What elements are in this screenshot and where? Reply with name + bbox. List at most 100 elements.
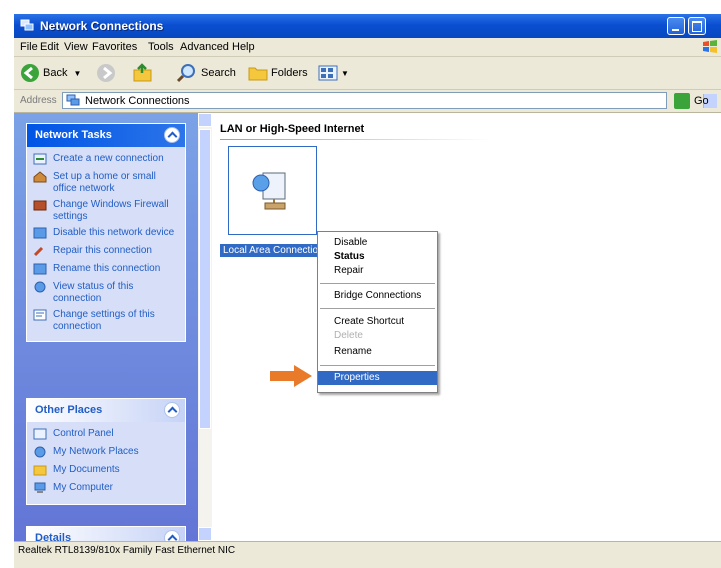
go-label[interactable]: Go bbox=[694, 95, 709, 107]
maximize-button[interactable] bbox=[688, 17, 706, 35]
task-home-network[interactable]: Set up a home or small office network bbox=[27, 169, 185, 197]
menu-item-rename[interactable]: Rename bbox=[318, 345, 437, 359]
content-area: LAN or High-Speed Internet Local Area Co… bbox=[212, 113, 721, 541]
other-places-title: Other Places bbox=[35, 404, 103, 416]
back-button[interactable]: Back ▼ bbox=[20, 61, 81, 85]
network-places-icon bbox=[34, 446, 46, 458]
search-icon bbox=[176, 64, 195, 83]
task-label: View status of this connection bbox=[53, 281, 134, 304]
menu-help[interactable]: Help bbox=[232, 41, 255, 53]
network-connections-icon bbox=[20, 19, 34, 31]
minimize-button[interactable] bbox=[667, 17, 685, 35]
folders-label: Folders bbox=[271, 67, 308, 79]
folders-button[interactable]: Folders bbox=[248, 61, 308, 85]
windows-logo-icon bbox=[703, 40, 717, 53]
collapse-chevron-icon[interactable] bbox=[164, 127, 180, 143]
menu-view[interactable]: View bbox=[64, 41, 88, 53]
place-label: Control Panel bbox=[53, 428, 114, 439]
place-label: My Computer bbox=[53, 482, 114, 493]
menu-item-create-shortcut[interactable]: Create Shortcut bbox=[318, 315, 437, 329]
task-rename[interactable]: Rename this connection bbox=[27, 261, 185, 279]
title-bar[interactable]: Network Connections bbox=[14, 14, 721, 38]
back-arrow-icon bbox=[21, 64, 39, 82]
collapse-chevron-icon[interactable] bbox=[164, 402, 180, 418]
task-pane-scrollbar[interactable] bbox=[198, 113, 212, 541]
status-icon bbox=[34, 281, 46, 293]
context-menu: Disable Status Repair Bridge Connections… bbox=[317, 231, 438, 393]
place-my-computer[interactable]: My Computer bbox=[27, 480, 185, 498]
network-connections-icon bbox=[66, 94, 80, 106]
task-label: Repair this connection bbox=[53, 245, 152, 256]
computer-icon bbox=[34, 482, 46, 493]
task-label: Change settings of this connection bbox=[53, 309, 155, 332]
views-icon bbox=[318, 65, 338, 81]
rename-icon bbox=[33, 263, 47, 275]
place-label: My Network Places bbox=[53, 446, 139, 457]
task-pane: Network Tasks Create a new connection Se… bbox=[14, 113, 198, 551]
network-tasks-header[interactable]: Network Tasks bbox=[27, 124, 185, 147]
place-network-places[interactable]: My Network Places bbox=[27, 444, 185, 462]
pointer-arrow-icon bbox=[270, 365, 312, 387]
other-places-header[interactable]: Other Places bbox=[27, 399, 185, 422]
disable-device-icon bbox=[33, 227, 47, 239]
menu-edit[interactable]: Edit bbox=[40, 41, 59, 53]
scroll-thumb[interactable] bbox=[199, 129, 211, 429]
task-firewall[interactable]: Change Windows Firewall settings bbox=[27, 197, 185, 225]
lan-connection-icon bbox=[252, 172, 286, 210]
settings-icon bbox=[33, 309, 47, 321]
address-value: Network Connections bbox=[85, 95, 190, 107]
address-label: Address bbox=[20, 95, 57, 106]
repair-icon bbox=[33, 246, 44, 257]
views-button[interactable]: ▼ bbox=[318, 61, 349, 85]
views-dropdown-icon[interactable]: ▼ bbox=[341, 69, 349, 78]
forward-button[interactable] bbox=[96, 61, 116, 85]
task-view-status[interactable]: View status of this connection bbox=[27, 279, 185, 307]
task-label: Change Windows Firewall settings bbox=[53, 199, 169, 222]
place-control-panel[interactable]: Control Panel bbox=[27, 426, 185, 444]
standard-toolbar: Back ▼ Search Folders ▼ bbox=[14, 57, 721, 90]
menu-favorites[interactable]: Favorites bbox=[92, 41, 137, 53]
back-label: Back bbox=[43, 67, 68, 79]
network-tasks-panel: Network Tasks Create a new connection Se… bbox=[26, 123, 186, 342]
place-my-documents[interactable]: My Documents bbox=[27, 462, 185, 480]
local-area-connection-item[interactable] bbox=[228, 146, 317, 235]
task-repair[interactable]: Repair this connection bbox=[27, 243, 185, 261]
task-label: Rename this connection bbox=[53, 263, 161, 274]
menu-file[interactable]: File bbox=[20, 41, 38, 53]
search-button[interactable]: Search bbox=[176, 61, 236, 85]
scroll-down-icon[interactable] bbox=[198, 527, 212, 541]
forward-arrow-icon bbox=[97, 64, 115, 82]
task-label: Create a new connection bbox=[53, 153, 164, 164]
menu-separator bbox=[320, 308, 435, 309]
menu-item-repair[interactable]: Repair bbox=[318, 264, 437, 278]
task-label: Disable this network device bbox=[53, 227, 175, 238]
control-panel-icon bbox=[33, 428, 47, 440]
status-bar: Realtek RTL8139/810x Family Fast Etherne… bbox=[14, 541, 721, 560]
menu-tools[interactable]: Tools bbox=[148, 41, 174, 53]
scroll-up-icon[interactable] bbox=[198, 113, 212, 127]
group-divider bbox=[220, 139, 490, 140]
up-folder-button[interactable] bbox=[132, 61, 154, 85]
other-places-panel: Other Places Control Panel My Network Pl… bbox=[26, 398, 186, 505]
firewall-icon bbox=[33, 200, 47, 211]
menu-item-disable[interactable]: Disable bbox=[318, 236, 437, 250]
go-arrow-icon[interactable] bbox=[674, 93, 690, 109]
address-bar: Address Network Connections Go bbox=[14, 90, 721, 113]
task-change-settings[interactable]: Change settings of this connection bbox=[27, 307, 185, 335]
documents-icon bbox=[33, 465, 47, 476]
address-input[interactable]: Network Connections bbox=[62, 92, 717, 109]
menu-bar: File Edit View Favorites Tools Advanced … bbox=[14, 38, 721, 57]
menu-item-bridge[interactable]: Bridge Connections bbox=[318, 289, 437, 303]
task-create-connection[interactable]: Create a new connection bbox=[27, 151, 185, 169]
back-dropdown-icon[interactable]: ▼ bbox=[73, 69, 81, 78]
network-tasks-title: Network Tasks bbox=[35, 129, 112, 141]
menu-item-properties[interactable]: Properties bbox=[318, 371, 437, 385]
menu-advanced[interactable]: Advanced bbox=[180, 41, 229, 53]
place-label: My Documents bbox=[53, 464, 120, 475]
group-header: LAN or High-Speed Internet bbox=[220, 123, 365, 135]
window-title: Network Connections bbox=[40, 19, 164, 33]
task-disable-device[interactable]: Disable this network device bbox=[27, 225, 185, 243]
home-network-icon bbox=[33, 171, 47, 183]
menu-item-status[interactable]: Status bbox=[318, 250, 437, 264]
new-connection-icon bbox=[33, 153, 47, 165]
